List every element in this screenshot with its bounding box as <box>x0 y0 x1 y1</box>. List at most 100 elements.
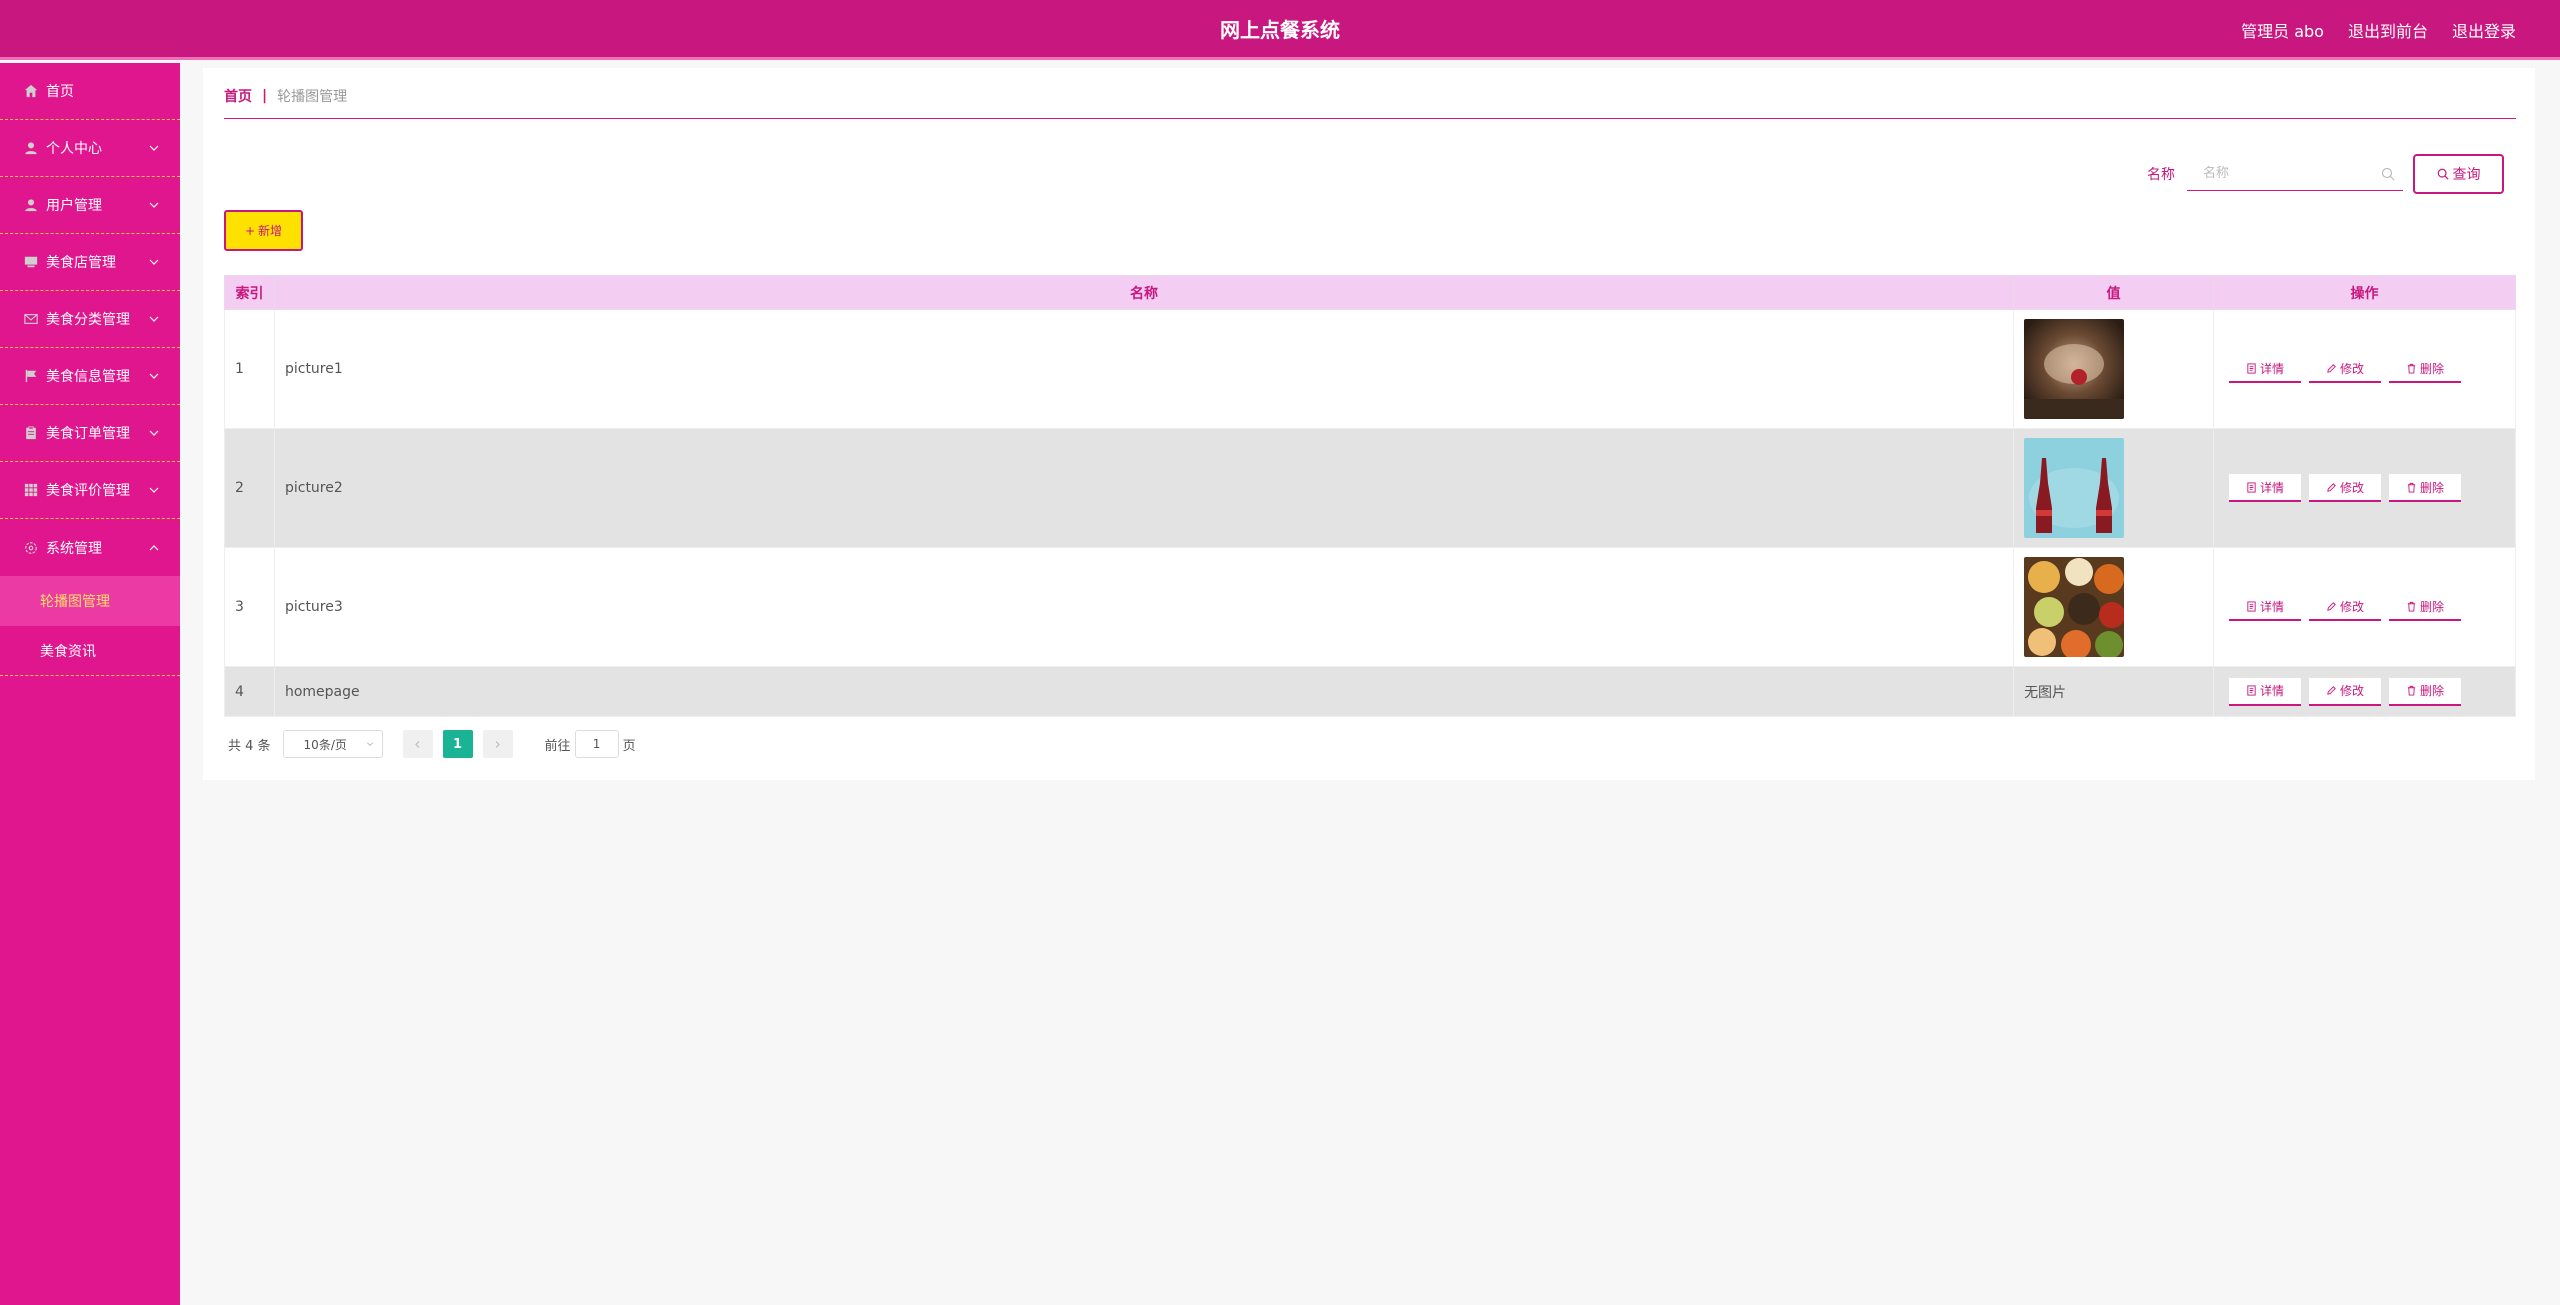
detail-button-label: 详情 <box>2259 599 2284 614</box>
mail-icon <box>24 312 38 326</box>
add-button[interactable]: + 新增 <box>224 210 303 251</box>
query-button[interactable]: 查询 <box>2413 154 2504 194</box>
breadcrumb-separator: | <box>262 88 268 104</box>
settings-icon <box>24 541 38 555</box>
clipboard-icon <box>24 426 38 440</box>
column-header-actions: 操作 <box>2213 275 2516 310</box>
breadcrumb-home[interactable]: 首页 <box>224 86 252 106</box>
carousel-thumbnail-image[interactable] <box>2024 319 2125 419</box>
page-size-select[interactable]: 10条/页 <box>282 730 383 758</box>
edit-button[interactable]: 修改 <box>2309 677 2381 706</box>
delete-button[interactable]: 删除 <box>2389 355 2461 383</box>
detail-button[interactable]: 详情 <box>2229 355 2301 383</box>
grid-icon <box>24 483 38 497</box>
edit-button-label: 修改 <box>2339 480 2364 495</box>
current-user-label: 管理员 abo <box>2241 22 2324 41</box>
sidebar-item-orders[interactable]: 美食订单管理 <box>0 405 180 462</box>
user-icon <box>24 141 38 155</box>
table-row: 1 picture1 详情 修改 删除 <box>224 309 2516 429</box>
cell-name: picture2 <box>273 428 2015 548</box>
carousel-thumbnail-image[interactable] <box>2024 557 2125 657</box>
trash-icon <box>2407 685 2416 696</box>
trash-icon <box>2407 363 2416 374</box>
edit-button[interactable]: 修改 <box>2309 474 2381 502</box>
shop-icon <box>24 255 38 269</box>
search-label: 名称 <box>2147 167 2175 183</box>
sidebar-item-reviews[interactable]: 美食评价管理 <box>0 462 180 519</box>
delete-button-label: 删除 <box>2419 684 2444 698</box>
sidebar-item-shops[interactable]: 美食店管理 <box>0 234 180 291</box>
edit-button-label: 修改 <box>2339 684 2364 698</box>
sidebar-item-label: 美食店管理 <box>46 255 116 271</box>
table-row: 3 picture3 详情 修改 删除 <box>224 547 2516 667</box>
delete-button[interactable]: 删除 <box>2389 593 2461 621</box>
cell-value: 无图片 <box>2013 666 2214 717</box>
edit-button[interactable]: 修改 <box>2309 593 2381 621</box>
search-icon <box>2381 167 2395 181</box>
delete-button-label: 删除 <box>2419 480 2444 495</box>
flag-icon <box>24 369 38 383</box>
edit-button[interactable]: 修改 <box>2309 355 2381 383</box>
delete-button[interactable]: 删除 <box>2389 677 2461 706</box>
goto-page: 前往 页 <box>545 730 636 758</box>
sidebar-subitem-carousel[interactable]: 轮播图管理 <box>0 576 180 626</box>
sidebar-item-profile[interactable]: 个人中心 <box>0 120 180 177</box>
sidebar-item-label: 首页 <box>46 84 74 100</box>
trash-icon <box>2407 601 2416 612</box>
page-number-current[interactable]: 1 <box>442 730 473 758</box>
next-page-button[interactable] <box>482 730 513 758</box>
sidebar-item-label: 美食评价管理 <box>46 483 130 499</box>
sidebar-item-label: 系统管理 <box>46 540 102 557</box>
delete-button-label: 删除 <box>2419 599 2444 614</box>
sidebar-item-food-info[interactable]: 美食信息管理 <box>0 348 180 405</box>
chevron-down-icon <box>149 373 159 379</box>
pagination-total: 共 4 条 <box>228 738 271 754</box>
sidebar-subitem-food-news[interactable]: 美食资讯 <box>0 626 180 676</box>
detail-button[interactable]: 详情 <box>2229 474 2301 502</box>
app-title: 网上点餐系统 <box>1220 18 1340 42</box>
detail-button[interactable]: 详情 <box>2229 677 2301 706</box>
sidebar-item-users[interactable]: 用户管理 <box>0 177 180 234</box>
goto-label: 前往 <box>544 738 571 754</box>
cell-index: 2 <box>224 428 275 548</box>
sidebar-item-system[interactable]: 系统管理 <box>0 519 180 576</box>
table-row: 4 homepage 无图片 详情 修改 删除 <box>224 666 2516 717</box>
edit-icon <box>2327 363 2336 373</box>
cell-value <box>2013 309 2214 429</box>
edit-button-label: 修改 <box>2339 361 2364 376</box>
detail-button-label: 详情 <box>2259 480 2284 495</box>
pagination: 共 4 条 10条/页 1 前往 页 <box>228 730 636 758</box>
trash-icon <box>2407 482 2416 493</box>
chevron-down-icon <box>366 742 373 747</box>
cell-index: 3 <box>224 547 275 667</box>
breadcrumb-divider <box>224 118 2516 119</box>
edit-icon <box>2327 601 2336 611</box>
back-to-front-link[interactable]: 退出到前台 <box>2348 18 2428 42</box>
delete-button-label: 删除 <box>2419 361 2444 376</box>
sidebar-item-label: 个人中心 <box>46 141 102 157</box>
query-button-label: 查询 <box>2452 167 2481 183</box>
goto-page-input[interactable] <box>574 730 619 758</box>
prev-page-button[interactable] <box>402 730 433 758</box>
detail-button[interactable]: 详情 <box>2229 593 2301 621</box>
delete-button[interactable]: 删除 <box>2389 474 2461 502</box>
chevron-down-icon <box>149 259 159 265</box>
breadcrumb-current: 轮播图管理 <box>277 89 348 105</box>
breadcrumb: 首页 | 轮播图管理 <box>224 86 347 106</box>
column-header-name: 名称 <box>273 275 2015 310</box>
carousel-thumbnail-image[interactable] <box>2024 438 2125 538</box>
sidebar-item-home[interactable]: 首页 <box>0 63 180 120</box>
sidebar-item-label: 美食信息管理 <box>46 369 130 385</box>
logout-link[interactable]: 退出登录 <box>2452 18 2516 42</box>
column-header-index: 索引 <box>224 275 275 310</box>
detail-button-label: 详情 <box>2259 684 2284 698</box>
cell-name: homepage <box>273 666 2015 717</box>
sidebar-item-categories[interactable]: 美食分类管理 <box>0 291 180 348</box>
search-input[interactable] <box>2187 157 2403 190</box>
chevron-down-icon <box>149 316 159 322</box>
cell-index: 4 <box>224 666 275 717</box>
cell-name: picture3 <box>273 547 2015 667</box>
detail-button-label: 详情 <box>2259 361 2284 376</box>
chevron-left-icon <box>415 740 420 748</box>
table-header-row: 索引 名称 值 操作 <box>224 275 2516 310</box>
